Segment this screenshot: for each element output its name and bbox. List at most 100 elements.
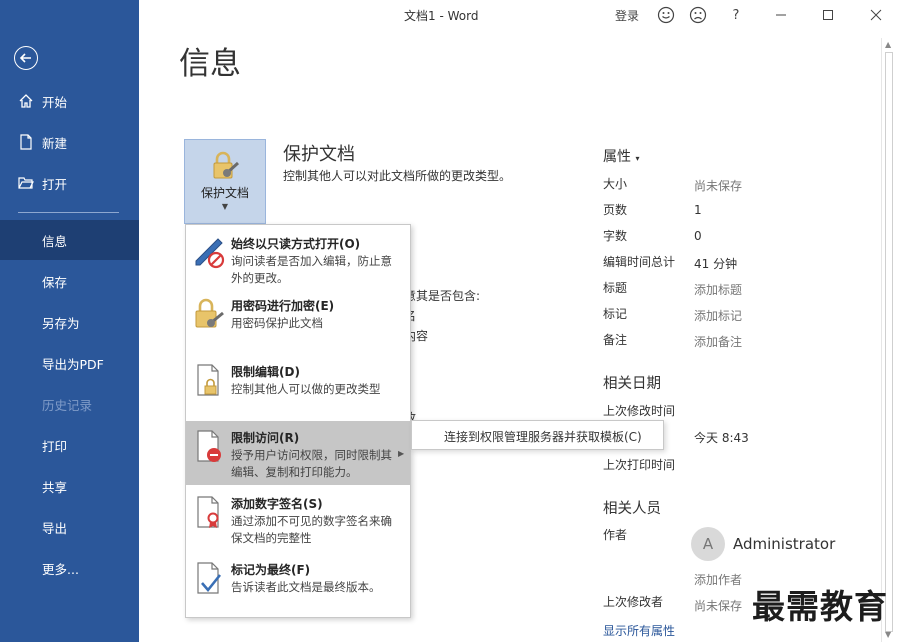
lock-key-icon bbox=[195, 298, 224, 328]
related-people-header: 相关人员 bbox=[603, 501, 661, 517]
sidebar-item-history: 历史记录 bbox=[0, 384, 139, 424]
section-description: 控制其他人可以对此文档所做的更改类型。 bbox=[283, 169, 512, 183]
prop-value-comments[interactable]: 添加备注 bbox=[694, 333, 742, 350]
protect-document-menu: 始终以只读方式打开(O) 询问读者是否加入编辑，防止意外的更改。 用密码进行加密… bbox=[185, 224, 411, 618]
related-dates-header: 相关日期 bbox=[603, 376, 661, 392]
chevron-down-icon: ▼ bbox=[221, 202, 229, 211]
backstage-sidebar: 开始 新建 打开 信息 保存 另存为 导出为PDF 历史记录 打印 共享 导出 … bbox=[0, 0, 139, 642]
frown-feedback-button[interactable] bbox=[687, 5, 709, 25]
menu-item-desc: 通过添加不可见的数字签名来确保文档的完整性 bbox=[231, 514, 392, 545]
sidebar-item-export[interactable]: 导出 bbox=[0, 507, 139, 547]
close-icon bbox=[870, 9, 882, 21]
sidebar-item-print[interactable]: 打印 bbox=[0, 425, 139, 465]
frown-icon bbox=[689, 6, 707, 24]
menu-item-title: 用密码进行加密(E) bbox=[231, 299, 335, 313]
menu-item-title: 始终以只读方式打开(O) bbox=[231, 237, 361, 251]
page-title: 信息 bbox=[179, 46, 241, 82]
window-title: 文档1 - Word bbox=[404, 9, 479, 23]
sidebar-item-save[interactable]: 保存 bbox=[0, 261, 139, 301]
document-check-icon bbox=[197, 562, 222, 594]
prop-value-title[interactable]: 添加标题 bbox=[694, 281, 742, 298]
add-author-link[interactable]: 添加作者 bbox=[694, 571, 742, 588]
login-button[interactable]: 登录 bbox=[615, 5, 639, 25]
menu-item-desc: 询问读者是否加入编辑，防止意外的更改。 bbox=[231, 254, 392, 285]
menu-item-add-digital-signature[interactable]: 添加数字签名(S) 通过添加不可见的数字签名来确保文档的完整性 bbox=[186, 487, 410, 551]
sidebar-item-label: 更多... bbox=[42, 561, 79, 577]
menu-item-title: 添加数字签名(S) bbox=[231, 497, 323, 511]
sidebar-item-home[interactable]: 开始 bbox=[0, 81, 139, 121]
sidebar-item-share[interactable]: 共享 bbox=[0, 466, 139, 506]
prop-value-created: 今天 8:43 bbox=[694, 431, 749, 445]
menu-item-title: 限制访问(R) bbox=[231, 431, 300, 445]
prop-label-title: 标题 bbox=[603, 281, 628, 295]
scroll-thumb[interactable] bbox=[885, 52, 893, 632]
menu-item-restrict-editing[interactable]: 限制编辑(D) 控制其他人可以做的更改类型 bbox=[186, 355, 410, 419]
sidebar-item-label: 共享 bbox=[42, 479, 68, 495]
menu-item-mark-as-final[interactable]: 标记为最终(F) 告诉读者此文档是最终版本。 bbox=[186, 553, 410, 617]
sidebar-item-label: 另存为 bbox=[42, 315, 80, 331]
author-name[interactable]: Administrator bbox=[733, 535, 835, 553]
menu-item-desc: 告诉读者此文档是最终版本。 bbox=[231, 580, 381, 594]
smile-feedback-button[interactable] bbox=[655, 5, 677, 25]
sidebar-item-info[interactable]: 信息 bbox=[0, 220, 139, 260]
protect-document-label: 保护文档 bbox=[200, 186, 249, 200]
sidebar-item-label: 打开 bbox=[42, 176, 68, 192]
maximize-button[interactable] bbox=[818, 5, 838, 25]
menu-item-desc: 授予用户访问权限，同时限制其编辑、复制和打印能力。 bbox=[231, 448, 392, 479]
sidebar-item-more[interactable]: 更多... bbox=[0, 548, 139, 588]
close-button[interactable] bbox=[866, 5, 886, 25]
prop-value-pages: 1 bbox=[694, 203, 702, 217]
prop-value-edit-time: 41 分钟 bbox=[694, 257, 738, 271]
back-button[interactable] bbox=[14, 46, 38, 70]
sidebar-item-label: 历史记录 bbox=[42, 397, 93, 413]
document-lock-icon bbox=[197, 364, 219, 396]
back-arrow-icon bbox=[19, 53, 31, 63]
scroll-down-icon[interactable]: ▼ bbox=[885, 630, 891, 639]
protect-document-button[interactable]: 保护文档 ▼ bbox=[184, 139, 266, 224]
prop-label-last-modified: 上次修改时间 bbox=[603, 404, 676, 418]
vertical-scrollbar[interactable]: ▲ ▼ bbox=[881, 38, 896, 642]
inspect-text-fragment: 意其是否包含: bbox=[404, 289, 481, 303]
sidebar-item-new[interactable]: 新建 bbox=[0, 122, 139, 162]
prop-label-last-modified-by: 上次修改者 bbox=[603, 595, 664, 609]
prop-label-tags: 标记 bbox=[603, 307, 628, 321]
minimize-icon bbox=[776, 14, 786, 16]
minimize-button[interactable] bbox=[771, 5, 791, 25]
sidebar-item-label: 导出 bbox=[42, 520, 68, 536]
watermark-logo: 最需教育 bbox=[752, 587, 888, 626]
menu-item-title: 标记为最终(F) bbox=[231, 563, 311, 577]
connect-rights-management-item[interactable]: 连接到权限管理服务器并获取模板(C) bbox=[444, 428, 642, 445]
document-ribbon-icon bbox=[197, 496, 219, 528]
help-button[interactable]: ? bbox=[728, 5, 744, 25]
home-icon bbox=[19, 94, 33, 108]
pencil-no-edit-icon bbox=[195, 238, 225, 269]
menu-item-encrypt-password[interactable]: 用密码进行加密(E) 用密码保护此文档 bbox=[186, 289, 410, 353]
prop-label-words: 字数 bbox=[603, 229, 628, 243]
restrict-access-submenu: 连接到权限管理服务器并获取模板(C) bbox=[411, 420, 664, 450]
new-document-icon bbox=[20, 134, 32, 150]
menu-item-restrict-access[interactable]: 限制访问(R) 授予用户访问权限，同时限制其编辑、复制和打印能力。 ▶ bbox=[186, 421, 410, 485]
menu-item-desc: 用密码保护此文档 bbox=[231, 316, 323, 330]
lock-key-icon bbox=[213, 151, 240, 179]
show-all-properties-link[interactable]: 显示所有属性 bbox=[603, 622, 675, 639]
folder-open-icon bbox=[18, 177, 34, 189]
prop-label-edit-time: 编辑时间总计 bbox=[603, 255, 676, 269]
sidebar-item-export-pdf[interactable]: 导出为PDF bbox=[0, 343, 139, 383]
prop-label-last-printed: 上次打印时间 bbox=[603, 458, 676, 472]
prop-value-words: 0 bbox=[694, 229, 702, 243]
prop-value-tags[interactable]: 添加标记 bbox=[694, 307, 742, 324]
sidebar-item-save-as[interactable]: 另存为 bbox=[0, 302, 139, 342]
menu-item-always-read-only[interactable]: 始终以只读方式打开(O) 询问读者是否加入编辑，防止意外的更改。 bbox=[186, 227, 410, 289]
chevron-right-icon: ▶ bbox=[398, 449, 405, 458]
prop-label-author: 作者 bbox=[603, 528, 628, 542]
smile-icon bbox=[657, 6, 675, 24]
scroll-up-icon[interactable]: ▲ bbox=[885, 40, 891, 49]
sidebar-item-label: 保存 bbox=[42, 274, 68, 290]
prop-label-size: 大小 bbox=[603, 177, 628, 191]
menu-item-title: 限制编辑(D) bbox=[231, 365, 300, 379]
sidebar-item-open[interactable]: 打开 bbox=[0, 163, 139, 203]
document-restricted-icon bbox=[197, 430, 221, 462]
maximize-icon bbox=[823, 10, 833, 20]
prop-value-last-modified-by: 尚未保存 bbox=[694, 599, 743, 613]
properties-header[interactable]: 属性 ▾ bbox=[603, 146, 639, 166]
